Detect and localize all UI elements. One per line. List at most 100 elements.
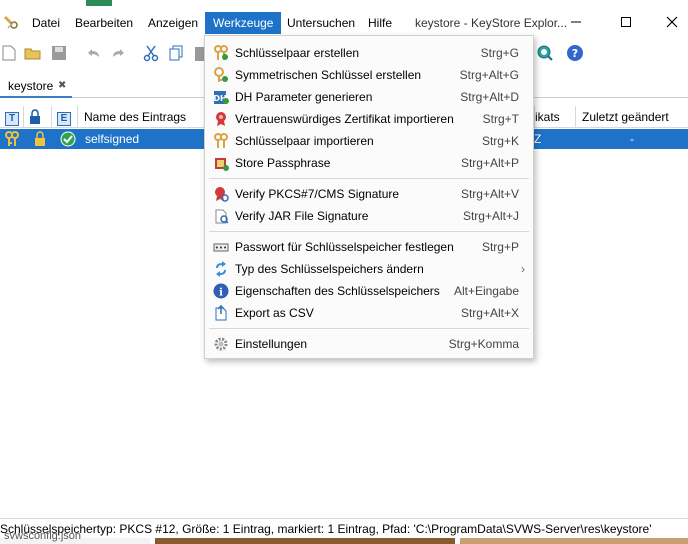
close-button[interactable] xyxy=(658,10,686,34)
undo-icon[interactable] xyxy=(84,44,102,62)
menu-separator xyxy=(209,328,529,329)
menu-separator xyxy=(209,231,529,232)
menu-item-keystore-properties[interactable]: i Eigenschaften des Schlüsselspeichers A… xyxy=(205,280,533,302)
column-header-certificate-expiry[interactable]: ikats xyxy=(534,106,576,128)
lock-icon xyxy=(35,131,45,146)
entry-last-modified: - xyxy=(630,132,634,146)
info-icon: i xyxy=(213,283,229,299)
dh-params-icon: DH xyxy=(213,91,229,104)
menu-item-shortcut: Alt+Eingabe xyxy=(453,284,519,298)
menu-item-shortcut: Strg+Komma xyxy=(448,337,519,351)
close-icon xyxy=(666,16,678,28)
redo-icon[interactable] xyxy=(110,44,128,62)
column-header-expiry-status[interactable]: E xyxy=(52,106,78,128)
menu-item-shortcut: Strg+T xyxy=(482,112,519,126)
menu-item-label: Vertrauenswürdiges Zertifikat importiere… xyxy=(235,112,454,126)
type-column-icon: T xyxy=(5,112,19,126)
menu-item-label: DH Parameter generieren xyxy=(235,90,373,104)
menu-item-label: Verify JAR File Signature xyxy=(235,209,369,223)
window-title: keystore - KeyStore Explor... xyxy=(415,16,568,30)
lock-column-icon xyxy=(30,109,40,124)
menu-item-label: Store Passphrase xyxy=(235,156,331,170)
menu-item-label: Typ des Schlüsselspeichers ändern xyxy=(235,262,424,276)
menu-item-store-passphrase[interactable]: Store Passphrase Strg+Alt+P xyxy=(205,152,533,174)
svg-text:•••: ••• xyxy=(215,244,227,252)
menu-item-label: Export as CSV xyxy=(235,306,314,320)
tab-keystore[interactable]: keystore ✖ xyxy=(0,74,72,98)
tools-menu-dropdown: Schlüsselpaar erstellen Strg+G Symmetris… xyxy=(204,35,534,359)
background-strip: svwsconfig.json xyxy=(0,530,688,544)
menu-separator xyxy=(209,178,529,179)
menu-item-import-trusted-certificate[interactable]: Vertrauenswürdiges Zertifikat importiere… xyxy=(205,108,533,130)
menu-item-label: Einstellungen xyxy=(235,337,308,351)
menu-item-label: Eigenschaften des Schlüsselspeichers xyxy=(235,284,440,298)
menu-item-set-keystore-password[interactable]: ••• Passwort für Schlüsselspeicher festl… xyxy=(205,236,533,258)
cut-icon[interactable] xyxy=(142,44,160,62)
trusted-cert-icon xyxy=(216,112,226,126)
valid-check-icon xyxy=(60,131,76,147)
menu-item-settings[interactable]: Einstellungen Strg+Komma xyxy=(205,333,533,355)
column-header-type[interactable]: T xyxy=(0,106,24,128)
menu-item-change-keystore-type[interactable]: Typ des Schlüsselspeichers ändern › xyxy=(205,258,533,280)
menu-hilfe[interactable]: Hilfe xyxy=(360,12,400,34)
menu-datei[interactable]: Datei xyxy=(24,12,68,34)
menu-anzeigen[interactable]: Anzeigen xyxy=(140,12,206,34)
menu-item-shortcut: Strg+Alt+G xyxy=(459,68,519,82)
background-window-sliver xyxy=(86,0,112,6)
export-csv-icon xyxy=(215,305,227,321)
menu-item-verify-cms-signature[interactable]: Verify PKCS#7/CMS Signature Strg+Alt+V xyxy=(205,183,533,205)
menu-untersuchen[interactable]: Untersuchen xyxy=(279,12,363,34)
menu-item-shortcut: Strg+P xyxy=(481,240,519,254)
tab-keystore-label: keystore xyxy=(8,79,54,93)
app-icon xyxy=(4,16,18,29)
maximize-button[interactable] xyxy=(612,10,640,34)
status-bar: Schlüsselspeichertyp: PKCS #12, Größe: 1… xyxy=(0,518,688,538)
submenu-chevron-icon: › xyxy=(521,262,525,276)
column-header-last-modified[interactable]: Zuletzt geändert xyxy=(576,106,688,128)
menu-item-export-csv[interactable]: Export as CSV Strg+Alt+X xyxy=(205,302,533,324)
menu-item-label: Symmetrischen Schlüssel erstellen xyxy=(235,68,422,82)
help-icon[interactable]: ? xyxy=(566,44,584,62)
minimize-button[interactable] xyxy=(562,10,590,34)
new-icon[interactable] xyxy=(0,44,18,62)
save-icon[interactable] xyxy=(50,44,68,62)
menu-werkzeuge[interactable]: Werkzeuge xyxy=(205,12,282,34)
change-type-icon xyxy=(216,261,226,277)
menu-item-generate-dh-parameters[interactable]: DH DH Parameter generieren Strg+Alt+D xyxy=(205,86,533,108)
menu-item-shortcut: Strg+Alt+D xyxy=(460,90,519,104)
menu-item-shortcut: Strg+Alt+J xyxy=(462,209,519,223)
import-keypair-icon xyxy=(214,133,228,148)
menu-item-label: Passwort für Schlüsselspeicher festlegen xyxy=(235,240,454,254)
menu-item-shortcut: Strg+Alt+X xyxy=(460,306,519,320)
settings-icon xyxy=(214,337,228,351)
store-passphrase-icon xyxy=(215,158,229,171)
background-file-name: svwsconfig.json xyxy=(4,530,82,542)
tab-close-icon[interactable]: ✖ xyxy=(58,74,66,98)
minimize-icon xyxy=(571,21,581,23)
svg-text:i: i xyxy=(219,288,223,299)
entry-name: selfsigned xyxy=(85,132,140,146)
background-strip-segment xyxy=(155,538,455,544)
column-header-lock[interactable] xyxy=(24,106,52,128)
menu-item-generate-keypair[interactable]: Schlüsselpaar erstellen Strg+G xyxy=(205,42,533,64)
background-strip-segment xyxy=(460,538,688,544)
svg-text:?: ? xyxy=(572,47,578,60)
secret-key-icon xyxy=(214,67,228,82)
verify-cms-icon xyxy=(215,187,229,202)
menu-item-generate-secret-key[interactable]: Symmetrischen Schlüssel erstellen Strg+A… xyxy=(205,64,533,86)
copy-icon[interactable] xyxy=(168,44,186,62)
examine-icon[interactable] xyxy=(536,44,554,62)
menu-item-shortcut: Strg+K xyxy=(481,134,519,148)
menu-item-import-keypair[interactable]: Schlüsselpaar importieren Strg+K xyxy=(205,130,533,152)
menu-item-label: Verify PKCS#7/CMS Signature xyxy=(235,187,400,201)
menu-item-verify-jar-signature[interactable]: Verify JAR File Signature Strg+Alt+J xyxy=(205,205,533,227)
menu-item-shortcut: Strg+Alt+V xyxy=(460,187,519,201)
keypair-icon xyxy=(214,45,228,60)
entry-expiry-partial: Z xyxy=(534,132,542,146)
expiry-column-icon: E xyxy=(57,112,71,126)
open-icon[interactable] xyxy=(24,44,42,62)
menu-bearbeiten[interactable]: Bearbeiten xyxy=(67,12,141,34)
menu-item-shortcut: Strg+G xyxy=(480,46,519,60)
menu-item-shortcut: Strg+Alt+P xyxy=(460,156,519,170)
menu-item-label: Schlüsselpaar importieren xyxy=(235,134,374,148)
